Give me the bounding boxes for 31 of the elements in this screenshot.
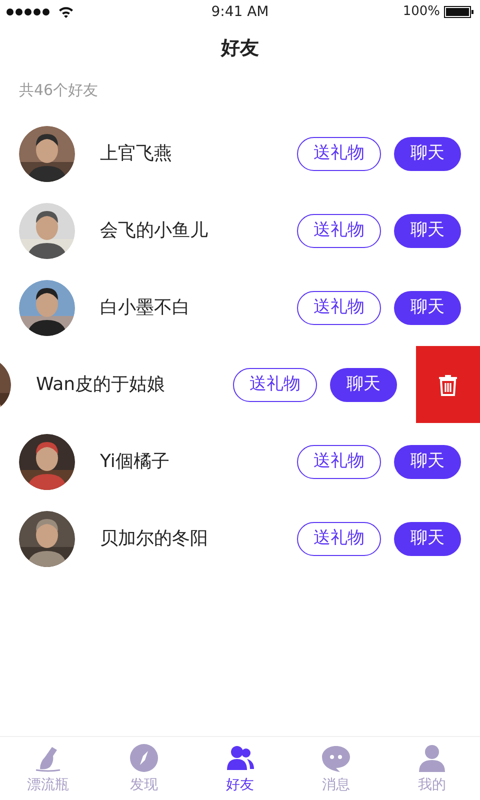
compass-icon [129, 743, 159, 773]
chat-button[interactable]: 聊天 [394, 522, 461, 556]
tab-item[interactable]: 好友 [192, 737, 288, 800]
gift-button[interactable]: 送礼物 [297, 444, 381, 478]
people-icon [225, 743, 255, 773]
status-time: 9:41 AM [211, 2, 269, 22]
trash-icon [438, 374, 458, 396]
battery-icon [444, 6, 474, 18]
battery-percent: 100% [402, 3, 440, 22]
chat-button[interactable]: 聊天 [394, 214, 461, 248]
chat-button[interactable]: 聊天 [330, 368, 397, 402]
gift-button[interactable]: 送礼物 [297, 214, 381, 248]
gift-button[interactable]: 送礼物 [233, 368, 317, 402]
gift-button[interactable]: 送礼物 [297, 290, 381, 324]
chat-button[interactable]: 聊天 [394, 444, 461, 478]
gift-button[interactable]: 送礼物 [297, 522, 381, 556]
friend-name: 贝加尔的冬阳 [100, 527, 209, 551]
chat-button[interactable]: 聊天 [394, 136, 461, 170]
wifi-icon [58, 6, 74, 18]
person-icon [417, 743, 447, 773]
gift-button[interactable]: 送礼物 [297, 136, 381, 170]
chat-bubble-icon [321, 743, 351, 773]
friend-name: Yi個橘子 [100, 450, 170, 474]
friend-name: 白小墨不白 [100, 296, 191, 320]
page-title: 好友 [220, 36, 260, 61]
delete-button[interactable] [416, 346, 480, 423]
chat-button[interactable]: 聊天 [394, 290, 461, 324]
friend-name: 上官飞燕 [100, 142, 173, 166]
friend-count: 共46个好友 [18, 80, 100, 100]
friend-name: Wan皮的于姑娘 [36, 373, 166, 397]
friend-name: 会飞的小鱼儿 [100, 219, 209, 243]
